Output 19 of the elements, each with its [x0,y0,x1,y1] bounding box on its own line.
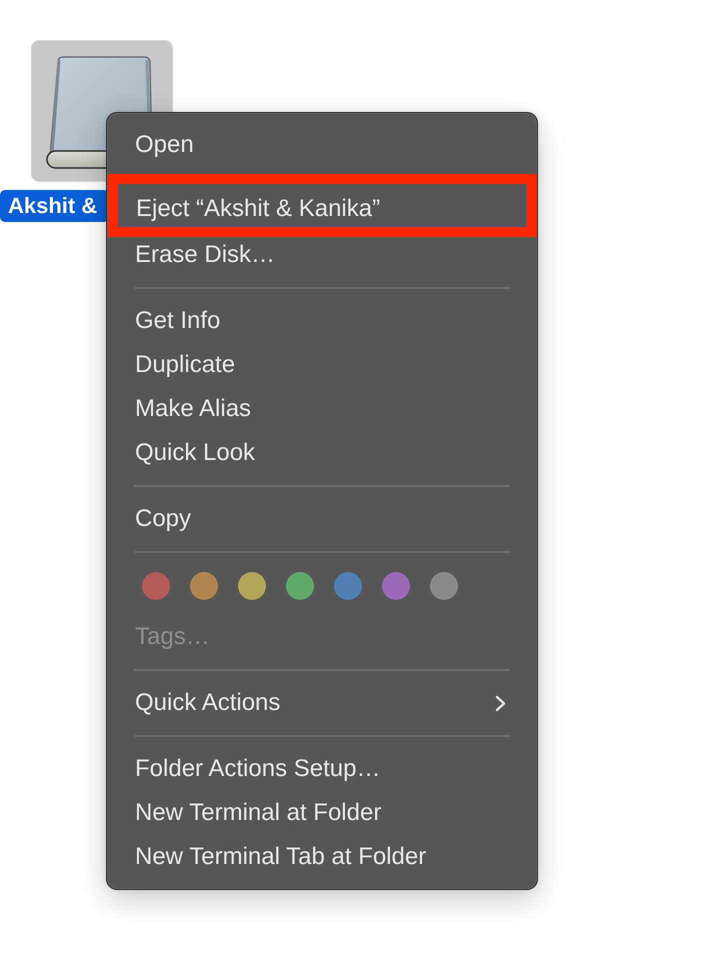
menu-item[interactable]: Folder Actions Setup… [107,747,537,791]
color-tag-dot-icon[interactable] [382,572,410,600]
menu-item[interactable]: Copy [107,497,537,541]
menu-item[interactable]: Open [107,123,537,167]
color-tag-dot-icon[interactable] [430,572,458,600]
menu-item[interactable]: Duplicate [107,343,537,387]
menu-item[interactable]: New Terminal at Folder [107,791,537,835]
color-tag-dot-icon[interactable] [334,572,362,600]
menu-item[interactable]: Quick Look [107,431,537,475]
menu-item[interactable]: New Terminal Tab at Folder [107,835,537,879]
color-tag-dot-icon[interactable] [142,572,170,600]
menu-item[interactable]: Make Alias [107,387,537,431]
color-tag-dot-icon[interactable] [238,572,266,600]
color-tag-dot-icon[interactable] [190,572,218,600]
menu-item[interactable]: Quick Actions [107,681,537,725]
menu-item[interactable]: Eject “Akshit & Kanika” [108,174,537,237]
color-tag-dot-icon[interactable] [286,572,314,600]
chevron-right-icon [495,694,506,712]
menu-item[interactable]: Get Info [107,299,537,343]
